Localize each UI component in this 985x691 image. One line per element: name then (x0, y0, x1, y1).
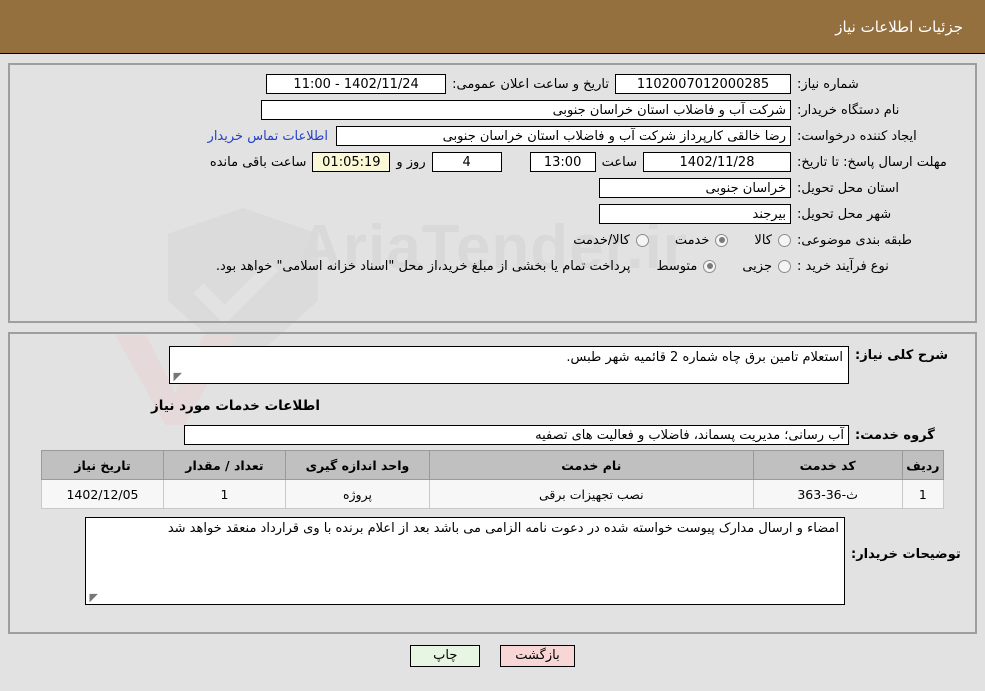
buyer-notes-textarea[interactable]: امضاء و ارسال مدارک پیوست خواسته شده در … (85, 517, 845, 605)
process-label: نوع فرآیند خرید : (797, 258, 889, 274)
service-group-row: گروه خدمت: آب رسانی؛ مدیریت پسماند، فاضل… (16, 424, 969, 446)
description-textarea[interactable]: استعلام تامین برق چاه شماره 2 قائمیه شهر… (169, 346, 849, 384)
resize-grip-icon[interactable]: ◤ (88, 592, 98, 603)
creator-value: رضا خالقی کارپرداز شرکت آب و فاضلاب استا… (336, 126, 791, 146)
province-label: استان محل تحویل: (797, 180, 899, 196)
table-row: 1 ث-36-363 نصب تجهیزات برقی پروژه 1 1402… (41, 479, 945, 509)
radio-icon[interactable] (778, 259, 791, 273)
need-number-row: شماره نیاز: 1102007012000285 تاریخ و ساع… (16, 73, 969, 95)
cell-qty: 1 (162, 479, 286, 509)
buyer-org-label: نام دستگاه خریدار: (797, 102, 900, 118)
announce-value: 1402/11/24 - 11:00 (266, 74, 447, 94)
services-section-title: اطلاعات خدمات مورد نیاز (151, 398, 321, 414)
need-number-value: 1102007012000285 (615, 74, 791, 94)
city-label: شهر محل تحویل: (797, 206, 892, 222)
deadline-date-value: 1402/11/28 (643, 152, 791, 172)
column-header-unit: واحد اندازه گیری (284, 450, 431, 480)
back-button[interactable]: بازگشت (500, 645, 575, 667)
countdown-timer: 01:05:19 (312, 152, 391, 172)
table-header-row: ردیف کد خدمت نام خدمت واحد اندازه گیری ت… (41, 450, 945, 480)
resize-grip-icon[interactable]: ◤ (172, 371, 182, 382)
column-header-name: نام خدمت (429, 450, 754, 480)
process-option-label: متوسط (656, 258, 698, 274)
cell-unit: پروژه (284, 479, 431, 509)
creator-label: ایجاد کننده درخواست: (797, 128, 917, 144)
buyer-notes-value: امضاء و ارسال مدارک پیوست خواسته شده در … (167, 521, 839, 536)
services-table: ردیف کد خدمت نام خدمت واحد اندازه گیری ت… (41, 450, 945, 509)
category-option-kala-khedmat[interactable]: کالا/خدمت (573, 233, 649, 248)
city-value: بیرجند (599, 204, 791, 224)
cell-date: 1402/12/05 (41, 479, 164, 509)
process-option-jozii[interactable]: جزیی (742, 259, 791, 274)
radio-icon[interactable] (635, 233, 649, 247)
category-option-khedmat[interactable]: خدمت (675, 233, 729, 248)
hour-word-label: ساعت (601, 154, 637, 170)
category-option-label: خدمت (674, 232, 710, 248)
category-radio-group: کالا خدمت کالا/خدمت (547, 233, 791, 248)
column-header-date: تاریخ نیاز (41, 450, 164, 480)
radio-icon[interactable] (715, 233, 729, 247)
print-button[interactable]: چاپ (410, 645, 481, 667)
description-value: استعلام تامین برق چاه شماره 2 قائمیه شهر… (566, 350, 843, 365)
deadline-row: مهلت ارسال پاسخ: تا تاریخ: 1402/11/28 سا… (16, 151, 969, 173)
deadline-time-value: 13:00 (529, 152, 596, 172)
process-note: پرداخت تمام یا بخشی از مبلغ خرید،از محل … (215, 258, 631, 274)
description-label: شرح کلی نیاز: (855, 348, 949, 363)
announce-label: تاریخ و ساعت اعلان عمومی: (452, 76, 609, 92)
column-header-qty: تعداد / مقدار (162, 450, 286, 480)
basic-info-panel: شماره نیاز: 1102007012000285 تاریخ و ساع… (8, 63, 977, 323)
cell-radif: 1 (901, 479, 945, 509)
category-option-label: کالا (754, 232, 772, 248)
category-row: طبقه بندی موضوعی: کالا خدمت کالا/خدمت (16, 229, 969, 251)
buyer-org-row: نام دستگاه خریدار: شرکت آب و فاضلاب استا… (16, 99, 969, 121)
remaining-suffix-label: ساعت باقی مانده (209, 154, 307, 170)
details-panel: شرح کلی نیاز: استعلام تامین برق چاه شمار… (8, 332, 977, 634)
page-title: جزئیات اطلاعات نیاز (835, 17, 963, 36)
category-option-kala[interactable]: کالا (754, 233, 791, 248)
process-option-motevaset[interactable]: متوسط (656, 258, 717, 274)
buyer-notes-row: توضیحات خریدار: امضاء و ارسال مدارک پیوس… (22, 517, 963, 605)
description-row: شرح کلی نیاز: استعلام تامین برق چاه شمار… (16, 346, 969, 384)
buyer-contact-link[interactable]: اطلاعات تماس خریدار (208, 129, 336, 144)
service-group-label: گروه خدمت: (855, 427, 935, 443)
column-header-code: کد خدمت (752, 450, 903, 480)
province-value: خراسان جنوبی (599, 178, 791, 198)
page-header: جزئیات اطلاعات نیاز (0, 0, 985, 54)
radio-icon[interactable] (703, 259, 717, 273)
need-number-label: شماره نیاز: (797, 76, 859, 92)
deadline-label: مهلت ارسال پاسخ: تا تاریخ: (797, 154, 947, 170)
service-group-value: آب رسانی؛ مدیریت پسماند، فاضلاب و فعالیت… (184, 425, 849, 445)
creator-row: ایجاد کننده درخواست: رضا خالقی کارپرداز … (16, 125, 969, 147)
footer-actions: بازگشت چاپ (0, 645, 985, 667)
process-option-label: جزیی (742, 258, 772, 274)
cell-name: نصب تجهیزات برقی (429, 479, 754, 509)
process-radio-group: جزیی متوسط (630, 259, 791, 274)
city-row: شهر محل تحویل: بیرجند (16, 203, 969, 225)
buyer-notes-label: توضیحات خریدار: (851, 547, 961, 562)
remaining-days-value: 4 (431, 152, 502, 172)
days-and-word-label: روز و (396, 154, 426, 170)
radio-icon[interactable] (778, 233, 791, 247)
category-label: طبقه بندی موضوعی: (797, 232, 913, 248)
process-row: نوع فرآیند خرید : جزیی متوسط پرداخت تمام… (16, 255, 969, 277)
buyer-org-value: شرکت آب و فاضلاب استان خراسان جنوبی (261, 100, 791, 120)
cell-code: ث-36-363 (752, 479, 903, 509)
column-header-radif: ردیف (901, 450, 945, 480)
category-option-label: کالا/خدمت (573, 232, 630, 248)
province-row: استان محل تحویل: خراسان جنوبی (16, 177, 969, 199)
